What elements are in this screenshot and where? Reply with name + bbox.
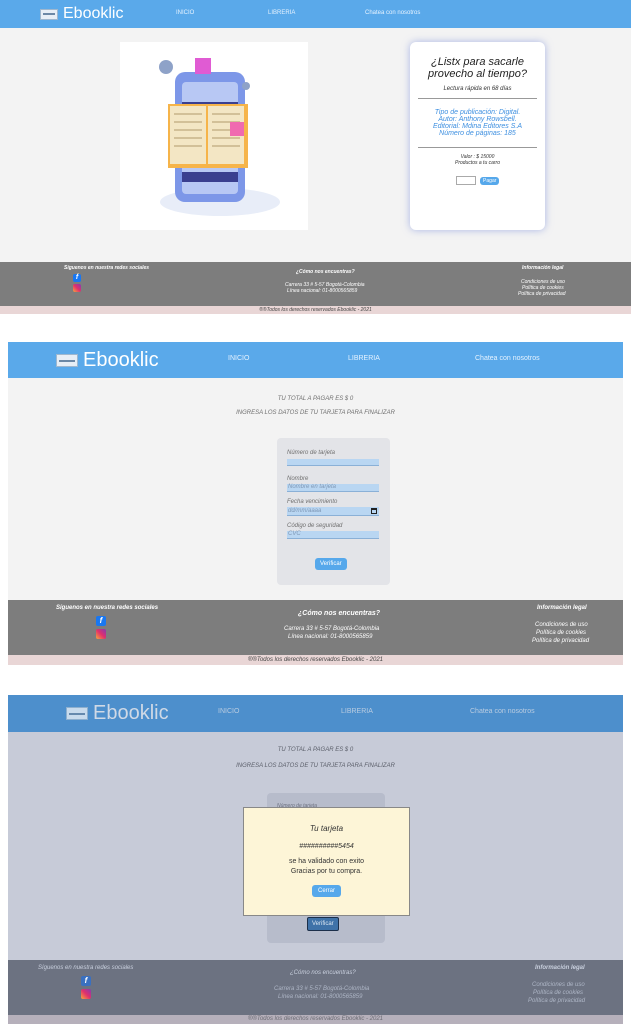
phone: Línea nacional: 01-8000565859 [278,994,363,1000]
navbar: Ebooklic INICIO LIBRERIA Chatea con noso… [8,695,623,732]
book-logo-icon [66,707,88,720]
navbar: Ebooklic INICIO LIBRERIA Chatea con noso… [8,342,623,378]
legal-privacy-link[interactable]: Política de privacidad [528,998,585,1004]
product-illustration [120,42,308,230]
brand-name: Ebooklic [63,5,124,22]
nav-inicio[interactable]: INICIO [176,10,194,16]
legal-terms-link[interactable]: Condiciones de uso [535,622,588,628]
footer: Síguenos en nuestra redes sociales f ¿Có… [8,960,623,1015]
divider [418,147,537,148]
date-placeholder: dd/mm/aaaa [288,508,322,514]
nav-inicio[interactable]: INICIO [218,708,239,715]
name-label: Nombre [287,476,309,482]
footer: Síguenos en nuestra redes sociales f ¿Có… [8,600,623,655]
legal-title: Información legal [537,605,587,611]
address: Carrera 33 # 5-57 Bogotá-Colombia [274,986,370,992]
divider [418,98,537,99]
social-title: Síguenos en nuestra redes sociales [38,965,134,971]
facebook-icon[interactable]: f [81,976,91,986]
pay-button[interactable]: Pagar [480,176,500,185]
social-title: Síguenos en nuestra redes sociales [56,605,159,611]
name-input[interactable]: Nombre en tarjeta [287,484,379,492]
verify-button[interactable]: Verificar [307,917,339,931]
nav-chat[interactable]: Chatea con nosotros [365,10,420,16]
address: Carrera 33 # 5-57 Bogotá-Colombia [284,626,380,632]
product-title: ¿Listx para sacarle provecho al tiempo? [427,56,528,80]
copyright: ®®Todos los derechos reservados Ebooklic… [8,655,623,665]
instructions-text: INGRESA LOS DATOS DE TU TARJETA PARA FIN… [236,410,395,416]
logo[interactable]: Ebooklic [56,349,159,372]
legal-title: Información legal [535,965,585,971]
payment-form: Número de tarjeta Nombre Nombre en tarje… [277,438,390,585]
legal-cookies-link[interactable]: Política de cookies [536,630,586,636]
book-logo-icon [56,354,78,367]
product-type: Tipo de publicación: Digital. [434,109,521,116]
facebook-icon[interactable]: f [96,616,106,626]
cvc-placeholder: CVC [288,531,301,537]
nav-inicio[interactable]: INICIO [228,355,249,362]
product-author: Autor: Anthony Rowsbell. [438,116,517,123]
modal-title: Tu tarjeta [309,824,344,833]
copyright: ®®Todos los derechos reservados Ebooklic… [8,1015,623,1024]
cvc-label: Código de seguridad [287,523,343,529]
frame-modal: Ebooklic INICIO LIBRERIA Chatea con noso… [8,695,623,1024]
instagram-icon[interactable] [73,284,81,292]
instagram-icon[interactable] [96,629,106,639]
cvc-input[interactable]: CVC [287,531,379,539]
phone-book-illustration [159,58,280,216]
legal-cookies-link[interactable]: Política de cookies [533,990,583,996]
instructions-text: INGRESA LOS DATOS DE TU TARJETA PARA FIN… [236,763,395,769]
modal-line2: Gracias por tu compra. [290,868,363,875]
phone: Línea nacional: 01-8000565859 [287,288,358,294]
legal-privacy-link[interactable]: Política de privacidad [532,638,589,644]
quantity-input[interactable] [455,176,476,186]
product-card: ¿Listx para sacarle provecho al tiempo? … [410,42,545,230]
cart-note: Productos a tu carro [454,160,501,166]
product-subtitle: Lectura rápida en 68 días [443,86,512,92]
find-title: ¿Cómo nos encuentras? [298,610,381,617]
date-label: Fecha vencimiento [287,499,338,505]
total-text: TU TOTAL A PAGAR ES $ 0 [277,396,354,402]
find-title: ¿Cómo nos encuentras? [296,269,355,275]
close-button[interactable]: Cerrar [311,885,341,897]
modal-card-number: ##########5454 [299,843,354,850]
legal-terms-link[interactable]: Condiciones de uso [532,982,585,988]
logo[interactable]: Ebooklic [40,5,123,23]
book-logo-icon [40,8,58,20]
date-input[interactable]: dd/mm/aaaa [287,507,379,516]
social-title: Síguenos en nuestra redes sociales [64,265,150,271]
navbar: Ebooklic INICIO LIBRERIA Chatea con noso… [0,0,631,28]
card-number-input[interactable] [287,459,379,466]
legal-privacy-link[interactable]: Política de privacidad [518,291,566,297]
footer: Síguenos en nuestra redes sociales f ¿Có… [0,262,631,306]
facebook-icon[interactable]: f [73,274,81,282]
find-title: ¿Cómo nos encuentras? [290,970,356,976]
nav-libreria[interactable]: LIBRERIA [341,708,373,715]
verify-button[interactable]: Verificar [315,558,347,570]
instagram-icon[interactable] [81,989,91,999]
nav-libreria[interactable]: LIBRERIA [348,355,380,362]
calendar-icon[interactable] [371,508,377,514]
card-label: Número de tarjeta [287,450,336,456]
frame-payment: Ebooklic INICIO LIBRERIA Chatea con noso… [8,342,623,665]
nav-chat[interactable]: Chatea con nosotros [470,708,535,715]
phone: Línea nacional: 01-8000565859 [288,634,373,640]
product-publisher: Editorial: Mdina Editores S.A [432,123,523,130]
nav-chat[interactable]: Chatea con nosotros [475,355,540,362]
total-text: TU TOTAL A PAGAR ES $ 0 [277,747,354,753]
product-pages: Número de páginas: 185 [439,130,516,137]
frame-product: Ebooklic INICIO LIBRERIA Chatea con noso… [0,0,631,314]
logo[interactable]: Ebooklic [66,702,169,725]
brand-name: Ebooklic [93,702,169,724]
legal-title: Información legal [522,265,564,271]
nav-libreria[interactable]: LIBRERIA [268,10,295,16]
name-placeholder: Nombre en tarjeta [288,484,337,490]
validation-modal: Tu tarjeta ##########5454 se ha validado… [243,807,410,916]
pay-row: Pagar [410,172,545,190]
brand-name: Ebooklic [83,349,159,371]
modal-line1: se ha validado con exito [288,858,365,865]
copyright: ®®Todos los derechos reservados Ebooklic… [0,306,631,314]
